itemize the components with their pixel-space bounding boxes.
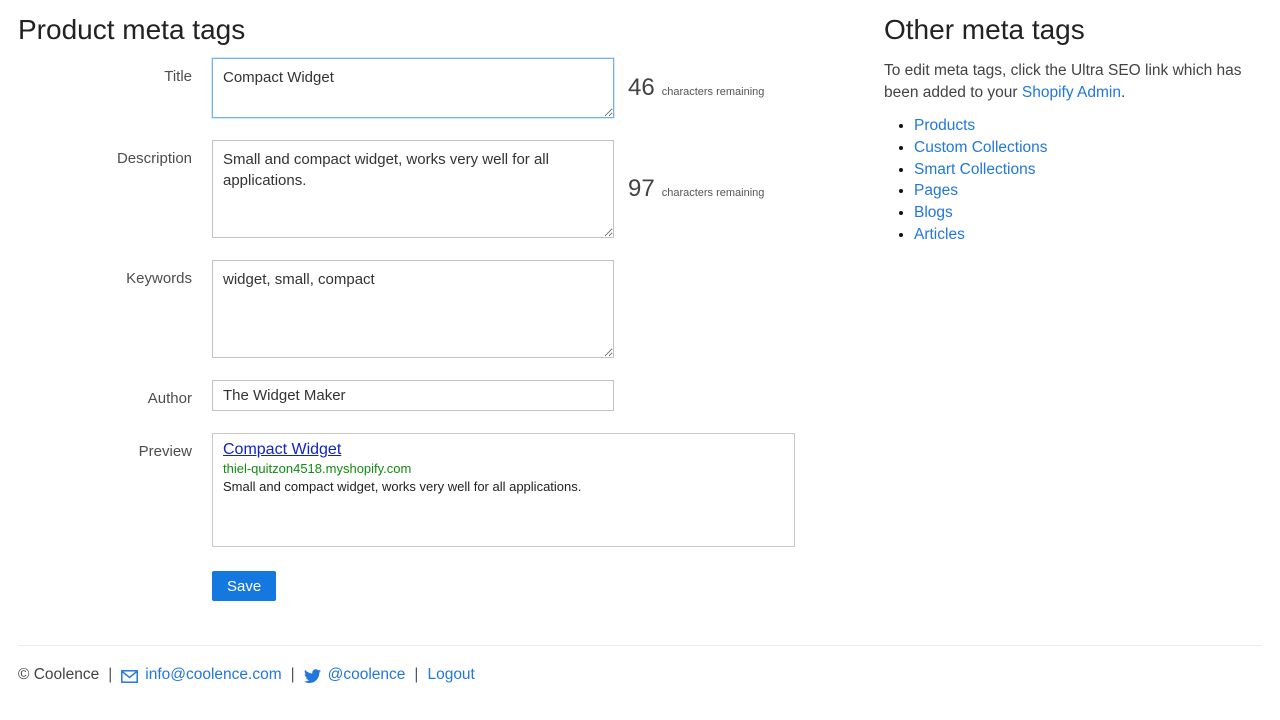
title-textarea[interactable]: Compact Widget <box>212 58 614 118</box>
list-item: Products <box>914 115 1262 137</box>
list-item: Blogs <box>914 202 1262 224</box>
products-link[interactable]: Products <box>914 117 975 134</box>
other-meta-tags-section: Other meta tags To edit meta tags, click… <box>884 12 1262 246</box>
description-label: Description <box>116 150 192 167</box>
title-label: Title <box>164 68 192 85</box>
smart-collections-link[interactable]: Smart Collections <box>914 161 1035 178</box>
description-char-count-label: characters remaining <box>661 187 765 199</box>
sidebar-title: Other meta tags <box>884 14 1085 45</box>
footer-divider <box>18 645 1262 646</box>
list-item: Smart Collections <box>914 159 1262 181</box>
list-item: Custom Collections <box>914 137 1262 159</box>
preview-result-title: Compact Widget <box>223 441 342 458</box>
author-input[interactable] <box>212 380 614 411</box>
footer-separator: | <box>108 666 113 683</box>
email-link-label: info@coolence.com <box>145 666 282 683</box>
footer-separator: | <box>414 666 419 683</box>
list-item: Pages <box>914 180 1262 202</box>
envelope-icon <box>121 669 139 683</box>
preview-label: Preview <box>138 443 192 460</box>
title-char-count: 46 <box>628 74 655 101</box>
twitter-link[interactable]: @coolence <box>303 666 406 684</box>
keywords-label: Keywords <box>126 270 192 287</box>
blogs-link[interactable]: Blogs <box>914 204 953 221</box>
author-label: Author <box>147 390 192 407</box>
copyright-text: © Coolence <box>18 666 100 683</box>
product-meta-tags-section: Product meta tags Title Compact Widget 4… <box>18 12 868 601</box>
email-link[interactable]: info@coolence.com <box>121 666 282 684</box>
sidebar-intro: To edit meta tags, click the Ultra SEO l… <box>884 60 1262 104</box>
search-result-preview: Compact Widget thiel-quitzon4518.myshopi… <box>212 433 795 547</box>
preview-result-url: thiel-quitzon4518.myshopify.com <box>223 461 412 476</box>
save-button[interactable]: Save <box>212 571 277 601</box>
title-char-count-label: characters remaining <box>661 86 765 98</box>
keywords-field-row: Keywords widget, small, compact <box>18 260 868 358</box>
footer: © Coolence | info@coolence.com | @coolen… <box>18 666 475 684</box>
description-textarea[interactable]: Small and compact widget, works very wel… <box>212 140 614 238</box>
meta-tags-link-list: Products Custom Collections Smart Collec… <box>884 115 1262 246</box>
save-row: Save <box>212 571 868 601</box>
custom-collections-link[interactable]: Custom Collections <box>914 139 1048 156</box>
author-field-row: Author <box>18 380 868 411</box>
twitter-link-label: @coolence <box>327 666 406 683</box>
title-char-counter: 46 characters remaining <box>628 74 764 102</box>
twitter-bird-icon <box>303 668 321 684</box>
page-title: Product meta tags <box>18 14 246 45</box>
list-item: Articles <box>914 224 1262 246</box>
description-char-counter: 97 characters remaining <box>628 175 764 203</box>
preview-result-description: Small and compact widget, works very wel… <box>223 479 582 494</box>
title-field-row: Title Compact Widget 46 characters remai… <box>18 58 868 118</box>
preview-row: Preview Compact Widget thiel-quitzon4518… <box>18 433 868 547</box>
description-char-count: 97 <box>628 175 655 202</box>
description-field-row: Description Small and compact widget, wo… <box>18 140 868 238</box>
sidebar-intro-suffix: . <box>1120 84 1126 101</box>
articles-link[interactable]: Articles <box>914 226 965 243</box>
footer-separator: | <box>290 666 295 683</box>
shopify-admin-link[interactable]: Shopify Admin <box>1022 84 1121 101</box>
pages-link[interactable]: Pages <box>914 182 958 199</box>
logout-link[interactable]: Logout <box>427 666 474 684</box>
keywords-textarea[interactable]: widget, small, compact <box>212 260 614 358</box>
